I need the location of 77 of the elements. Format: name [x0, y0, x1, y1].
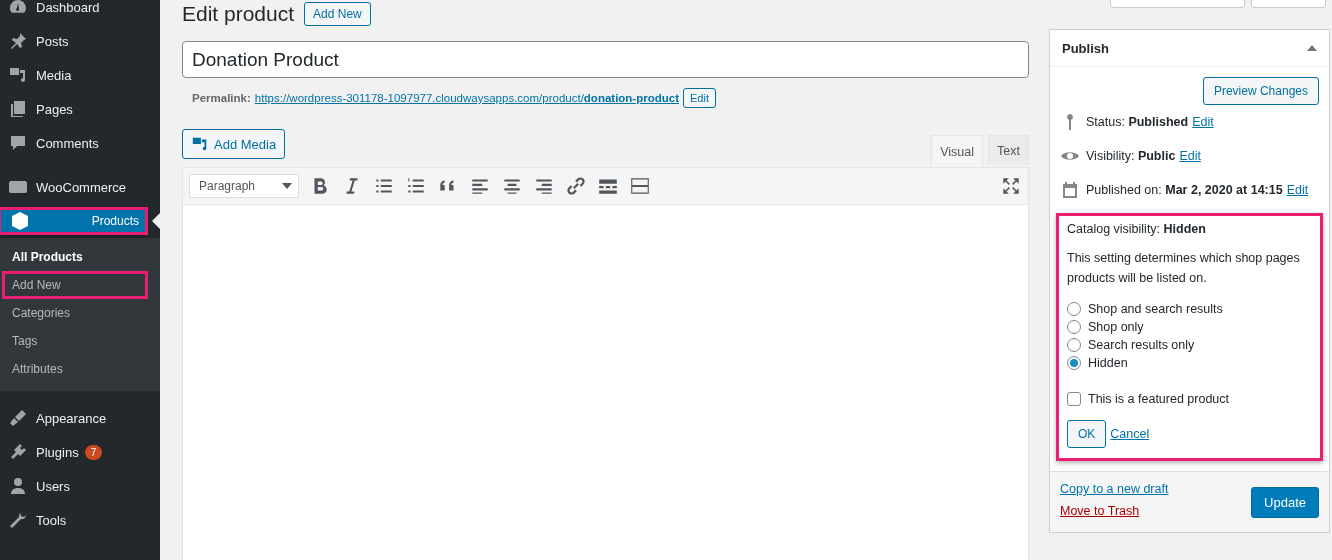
add-new-button[interactable]: Add New	[304, 2, 371, 26]
radio-button[interactable]	[1067, 320, 1081, 334]
menu-item[interactable]: Products	[0, 209, 146, 233]
checkbox[interactable]	[1067, 392, 1081, 406]
wrench-icon	[8, 510, 28, 530]
preview-changes-button[interactable]: Preview Changes	[1202, 77, 1319, 105]
menu-label: Pages	[36, 101, 73, 117]
meta-text: Status: Published	[1086, 115, 1189, 129]
user-icon	[8, 476, 28, 496]
copy-draft-link[interactable]: Copy to a new draft	[1060, 482, 1169, 496]
option-label: Shop only	[1088, 320, 1144, 334]
media-icon	[191, 135, 209, 153]
menu-label: Products	[91, 214, 139, 228]
brush-icon	[8, 408, 28, 428]
submenu-item[interactable]: Add New	[2, 271, 148, 299]
menu-item[interactable]: Posts	[0, 24, 160, 58]
editor-tab[interactable]: Visual	[931, 135, 984, 167]
submenu-item[interactable]: All Products	[0, 243, 160, 271]
catalog-visibility-text: Catalog visibility: Hidden	[1067, 222, 1207, 236]
link-icon[interactable]	[565, 175, 587, 197]
collapse-arrow-icon[interactable]	[1307, 45, 1317, 51]
box-icon	[10, 211, 30, 231]
menu-label: Posts	[36, 33, 69, 49]
menu-label: Dashboard	[36, 0, 100, 15]
menu-item[interactable]: Media	[0, 58, 160, 92]
menu-label: Users	[36, 478, 70, 494]
comment-icon	[8, 133, 28, 153]
radio-button[interactable]	[1067, 302, 1081, 316]
checkbox-label: This is a featured product	[1088, 392, 1230, 406]
ok-button[interactable]: OK	[1067, 420, 1107, 448]
menu-label: Media	[36, 67, 72, 83]
keyboard-icon[interactable]	[629, 175, 651, 197]
option-label: Search results only	[1088, 338, 1195, 352]
meta-text: Visibility: Public	[1086, 149, 1176, 163]
radio-button[interactable]	[1067, 338, 1081, 352]
submenu-item[interactable]: Tags	[0, 327, 160, 355]
cancel-link[interactable]: Cancel	[1110, 427, 1150, 441]
calendar-icon	[1060, 180, 1080, 200]
description-text: This setting determines which shop pages products will be listed on.	[1067, 250, 1301, 287]
dropdown-caret-icon	[282, 183, 292, 189]
title-field[interactable]: Donation Product	[182, 41, 1029, 78]
fullscreen-icon[interactable]	[1000, 175, 1022, 197]
format-select[interactable]: Paragraph	[189, 174, 299, 198]
media-icon	[8, 65, 28, 85]
meta-text: Published on: Mar 2, 2020 at 14:15	[1086, 183, 1283, 197]
submenu-item[interactable]: Categories	[0, 299, 160, 327]
update-button[interactable]: Update	[1251, 487, 1319, 518]
menu-item[interactable]: WooCommerce	[0, 170, 160, 204]
menu-item[interactable]: Plugins 7	[0, 435, 160, 469]
radio-button[interactable]	[1067, 356, 1081, 370]
page-title: Edit product	[182, 2, 295, 26]
menu-item[interactable]: Comments	[0, 126, 160, 160]
menu-label: Appearance	[36, 410, 107, 426]
menu-label: Plugins	[36, 444, 79, 460]
menu-item[interactable]: Pages	[0, 92, 160, 126]
add-media-button[interactable]: Add Media	[182, 129, 286, 159]
pages-icon	[8, 99, 28, 119]
trash-link[interactable]: Move to Trash	[1060, 504, 1169, 518]
edit-link[interactable]: Edit	[1286, 183, 1309, 197]
publish-heading: Publish	[1062, 40, 1109, 56]
menu-label: WooCommerce	[36, 179, 127, 195]
menu-item[interactable]: Dashboard	[0, 0, 160, 24]
edit-link[interactable]: Edit	[1192, 115, 1214, 129]
permalink-label: Permalink:	[192, 92, 251, 104]
menu-item[interactable]: Tools	[0, 503, 160, 537]
menu-label: Tools	[36, 512, 67, 528]
option-label: Hidden	[1088, 356, 1128, 370]
edit-link[interactable]: Edit	[1179, 149, 1201, 163]
menu-item[interactable]: Users	[0, 469, 160, 503]
permalink-link[interactable]: https://wordpress-301178-1097977.cloudwaysapps.com/product/donation-product	[254, 92, 679, 104]
update-count-badge: 7	[84, 444, 103, 460]
submenu-item[interactable]: Attributes	[0, 355, 160, 383]
option-label: Shop and search results	[1088, 302, 1223, 316]
menu-label: Comments	[36, 135, 99, 151]
editor-tab[interactable]: Text	[988, 135, 1029, 165]
edit-slug-button[interactable]: Edit	[683, 88, 716, 108]
menu-item[interactable]: Appearance	[0, 401, 160, 435]
